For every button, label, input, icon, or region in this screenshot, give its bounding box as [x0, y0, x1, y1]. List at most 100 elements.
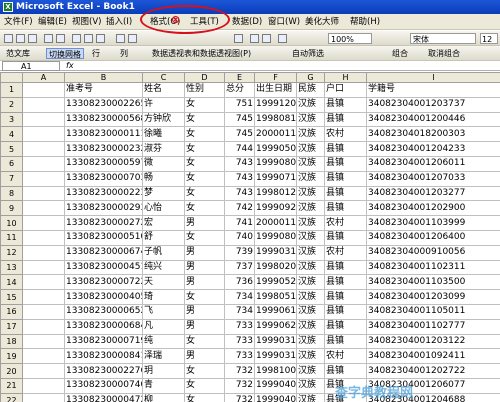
cell[interactable]: 男 [184, 318, 225, 335]
cell[interactable]: 县镇 [324, 259, 367, 276]
menu-tools[interactable]: 工具(T) [190, 16, 219, 28]
cell[interactable]: 学籍号 [366, 82, 500, 98]
cell[interactable]: 女 [184, 392, 225, 402]
cell[interactable] [22, 111, 65, 128]
cell[interactable]: 19990521 [254, 274, 297, 291]
cell[interactable]: 34082304001203277 [366, 185, 500, 202]
ungroup-button[interactable]: 取消组合 [428, 48, 460, 59]
cell[interactable]: 天 [142, 274, 185, 291]
cell[interactable]: 县镇 [324, 318, 367, 335]
cell[interactable]: 743 [224, 170, 255, 187]
row-header[interactable]: 20 [0, 363, 23, 379]
cell[interactable]: 县镇 [324, 170, 367, 187]
cell[interactable]: 34082304000910056 [366, 244, 500, 261]
column-header[interactable]: G [296, 72, 325, 83]
cell[interactable]: 性别 [184, 82, 225, 98]
cell[interactable]: 汉族 [296, 392, 325, 402]
cell[interactable]: 县镇 [324, 200, 367, 217]
row-header[interactable]: 22 [0, 392, 23, 402]
column-header[interactable]: D [184, 72, 225, 83]
cell[interactable]: 13308230000510 [64, 229, 143, 246]
cell[interactable] [22, 96, 65, 113]
column-header[interactable]: H [324, 72, 367, 83]
cell[interactable]: 732 [224, 392, 255, 402]
cell[interactable]: 13308230002265 [64, 96, 143, 113]
cell[interactable]: 745 [224, 126, 255, 143]
cell[interactable]: 男 [184, 259, 225, 276]
cell[interactable]: 19990625 [254, 318, 297, 335]
cell[interactable]: 泽瑞 [142, 348, 185, 365]
menu-beautify[interactable]: 美化大师 [305, 16, 339, 28]
cell[interactable]: 县镇 [324, 333, 367, 350]
cell[interactable]: 女 [184, 333, 225, 350]
toggle-grid-button[interactable]: 切换网格 [46, 48, 84, 59]
cell[interactable]: 汉族 [296, 348, 325, 365]
cell[interactable]: 农村 [324, 244, 367, 261]
row-header[interactable]: 8 [0, 185, 23, 202]
cell[interactable]: 741 [224, 215, 255, 231]
cell[interactable]: 县镇 [324, 274, 367, 291]
cell[interactable]: 19990808 [254, 155, 297, 172]
cell[interactable]: 柳 [142, 392, 185, 402]
undo-icon[interactable] [116, 34, 125, 43]
cell[interactable]: 县镇 [324, 185, 367, 202]
cell[interactable]: 19990507 [254, 141, 297, 157]
cell[interactable]: 19990316 [254, 244, 297, 261]
cell[interactable]: 飞 [142, 303, 185, 320]
cell[interactable]: 34082304001204233 [366, 141, 500, 157]
cell[interactable]: 13308230000232 [64, 141, 143, 157]
cell[interactable] [22, 141, 65, 157]
row-button[interactable]: 行 [92, 48, 100, 59]
cell[interactable]: 男 [184, 348, 225, 365]
cell[interactable]: 34082304001092411 [366, 348, 500, 365]
cell[interactable]: 男 [184, 303, 225, 320]
cell[interactable] [22, 289, 65, 305]
cell[interactable]: 琦 [142, 289, 185, 305]
row-header[interactable]: 14 [0, 274, 23, 291]
column-header[interactable]: C [142, 72, 185, 83]
cell[interactable]: 20000114 [254, 126, 297, 143]
sum-icon[interactable] [234, 34, 243, 43]
column-button[interactable]: 列 [120, 48, 128, 59]
copy-icon[interactable] [84, 34, 93, 43]
cell[interactable]: 34082304001102777 [366, 318, 500, 335]
cell[interactable]: 农村 [324, 126, 367, 143]
cell[interactable]: 19990404 [254, 392, 297, 402]
cell[interactable]: 农村 [324, 215, 367, 231]
cell[interactable]: 734 [224, 289, 255, 305]
cell[interactable]: 744 [224, 141, 255, 157]
cell[interactable]: 34082304001103999 [366, 215, 500, 231]
cell[interactable]: 汉族 [296, 318, 325, 335]
cell[interactable]: 梦 [142, 185, 185, 202]
cell[interactable]: 34082304001105011 [366, 303, 500, 320]
row-header[interactable]: 21 [0, 377, 23, 394]
cell[interactable]: 汉族 [296, 185, 325, 202]
cell[interactable]: 19990313 [254, 333, 297, 350]
row-header[interactable]: 12 [0, 244, 23, 261]
cell[interactable] [22, 274, 65, 291]
cell[interactable]: 女 [184, 377, 225, 394]
cell[interactable]: 743 [224, 185, 255, 202]
cell[interactable]: 19980125 [254, 185, 297, 202]
row-header[interactable]: 17 [0, 318, 23, 335]
cell[interactable]: 745 [224, 111, 255, 128]
menu-window[interactable]: 窗口(W) [268, 16, 300, 28]
cell[interactable]: 19980517 [254, 289, 297, 305]
cell[interactable]: 13308230000684 [64, 318, 143, 335]
cell[interactable]: 19990613 [254, 303, 297, 320]
cell[interactable]: 县镇 [324, 229, 367, 246]
cell[interactable] [22, 392, 65, 402]
cell[interactable]: 女 [184, 111, 225, 128]
column-header[interactable]: F [254, 72, 297, 83]
sort-asc-icon[interactable] [250, 34, 259, 43]
cell[interactable]: 舒 [142, 229, 185, 246]
cell[interactable]: 汉族 [296, 126, 325, 143]
cell[interactable]: 女 [184, 289, 225, 305]
cell[interactable]: 13308230000472 [64, 392, 143, 402]
font-size-select[interactable]: 12 [480, 33, 498, 44]
cell[interactable]: 心怡 [142, 200, 185, 217]
cell[interactable]: 13308230000597 [64, 155, 143, 172]
cell[interactable]: 740 [224, 229, 255, 246]
row-header[interactable]: 19 [0, 348, 23, 365]
cell[interactable]: 19990928 [254, 200, 297, 217]
